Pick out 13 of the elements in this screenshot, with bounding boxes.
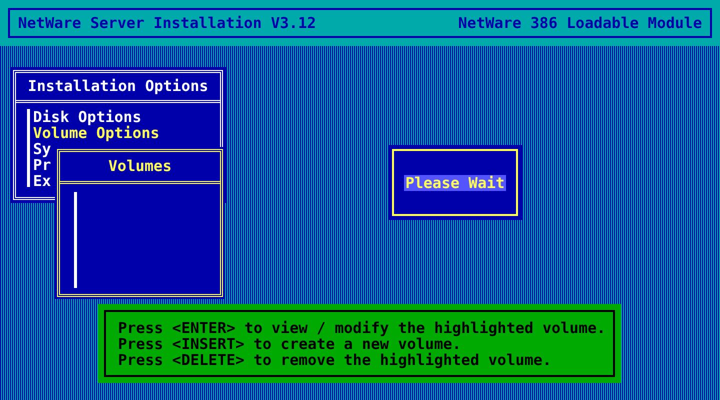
- menu-item[interactable]: Ex: [33, 173, 52, 189]
- menu-item[interactable]: Volume Options: [33, 125, 160, 141]
- help-text: Press <DELETE> to remove the highlighted volume.: [118, 352, 552, 368]
- help-text: Press <INSERT> to create a new volume.: [118, 336, 462, 352]
- module-label: NetWare 386 Loadable Module: [458, 12, 702, 34]
- window-title: NetWare Server Installation V3.12: [18, 12, 316, 34]
- help-text: Press <ENTER> to view / modify the highlighted volume.: [118, 320, 607, 336]
- menu-item[interactable]: Pr: [33, 157, 52, 173]
- menu-title: Installation Options: [28, 76, 208, 98]
- status-message: Please Wait: [404, 174, 506, 190]
- window-title: Volumes: [108, 156, 172, 178]
- menu-item[interactable]: Disk Options: [33, 109, 142, 125]
- menu-item[interactable]: Sy: [33, 141, 52, 157]
